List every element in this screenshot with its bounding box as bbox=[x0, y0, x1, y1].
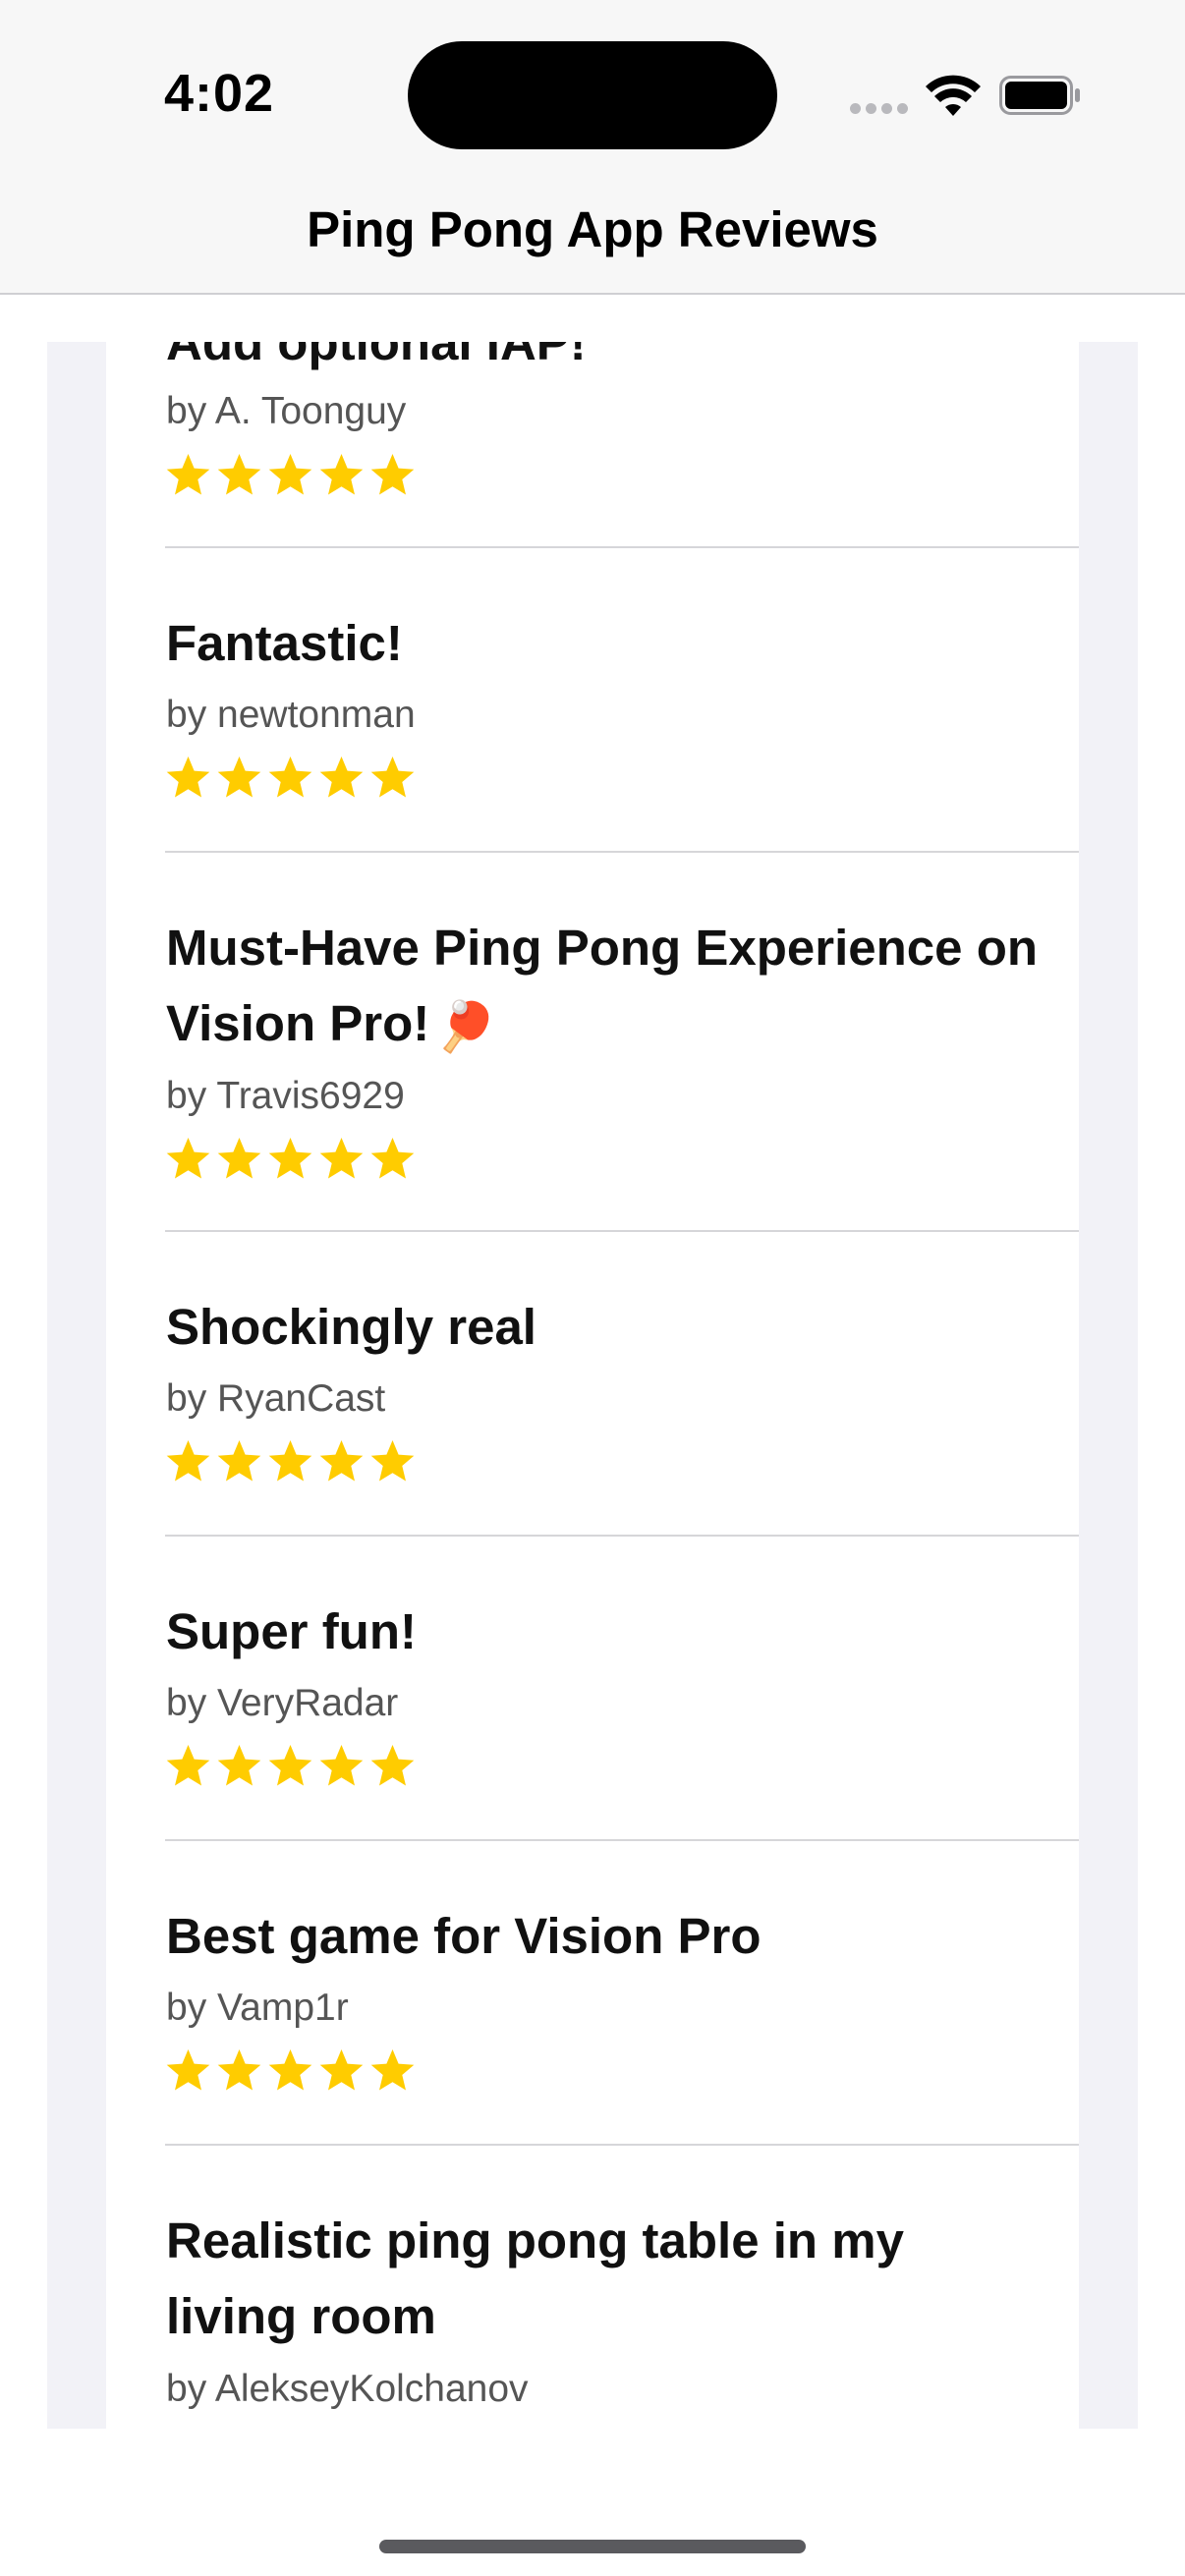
star-rating bbox=[164, 452, 417, 499]
star-icon bbox=[370, 2049, 415, 2091]
star-icon bbox=[217, 1440, 261, 1482]
review-author: by AlekseyKolchanov bbox=[166, 2368, 529, 2410]
wifi-icon bbox=[926, 75, 981, 116]
review-title: Best game for Vision Pro bbox=[166, 1908, 762, 1964]
review-author: by Travis6929 bbox=[166, 1075, 405, 1117]
review-title: Fantastic! bbox=[166, 615, 403, 671]
star-icon bbox=[268, 1138, 312, 1179]
review-row[interactable]: Must-Have Ping Pong Experience on Vision… bbox=[106, 853, 1079, 1232]
star-icon bbox=[268, 1440, 312, 1482]
review-title: Super fun! bbox=[166, 1603, 417, 1659]
star-icon bbox=[370, 756, 415, 798]
review-title: Must-Have Ping Pong Experience on Vision… bbox=[166, 910, 1038, 1065]
star-icon bbox=[166, 756, 210, 798]
star-rating bbox=[164, 1438, 417, 1485]
star-icon bbox=[217, 2049, 261, 2091]
review-row[interactable]: Fantastic! by newtonman bbox=[106, 548, 1079, 853]
star-rating bbox=[164, 2047, 417, 2095]
star-icon bbox=[319, 2049, 364, 2091]
star-icon bbox=[268, 1745, 312, 1786]
review-author: by VeryRadar bbox=[166, 1682, 399, 1724]
star-icon bbox=[319, 1745, 364, 1786]
ping-pong-emoji-icon: 🏓 bbox=[435, 999, 497, 1055]
review-author: by newtonman bbox=[166, 694, 416, 736]
dynamic-island bbox=[408, 41, 777, 149]
review-row[interactable]: Realistic ping pong table in my living r… bbox=[106, 2146, 1079, 2429]
star-rating bbox=[164, 755, 417, 802]
review-title: Realistic ping pong table in my living r… bbox=[166, 2203, 904, 2354]
star-icon bbox=[268, 756, 312, 798]
review-author: by RyanCast bbox=[166, 1377, 386, 1420]
cellular-signal-icon bbox=[850, 103, 909, 115]
page-title: Ping Pong App Reviews bbox=[307, 201, 878, 257]
review-title-line: Realistic ping pong table in my bbox=[166, 2212, 904, 2268]
star-icon bbox=[370, 1440, 415, 1482]
star-icon bbox=[166, 2049, 210, 2091]
star-icon bbox=[370, 454, 415, 495]
star-rating bbox=[164, 1136, 417, 1183]
star-rating bbox=[164, 1743, 417, 1790]
star-icon bbox=[217, 1745, 261, 1786]
star-icon bbox=[217, 1138, 261, 1179]
star-icon bbox=[319, 454, 364, 495]
review-title: Add optional IAP! bbox=[166, 342, 587, 370]
star-icon bbox=[166, 1745, 210, 1786]
reviews-list[interactable]: Add optional IAP! by A. Toonguy Fantasti… bbox=[106, 342, 1079, 2429]
star-icon bbox=[268, 2049, 312, 2091]
star-icon bbox=[166, 454, 210, 495]
review-title-line: living room bbox=[166, 2288, 436, 2344]
review-row[interactable]: Shockingly real by RyanCast bbox=[106, 1232, 1079, 1537]
review-row[interactable]: Add optional IAP! by A. Toonguy bbox=[106, 342, 1079, 548]
review-title: Shockingly real bbox=[166, 1299, 536, 1355]
battery-icon bbox=[999, 76, 1080, 115]
star-icon bbox=[217, 454, 261, 495]
star-icon bbox=[166, 1138, 210, 1179]
status-time: 4:02 bbox=[164, 64, 275, 123]
star-icon bbox=[319, 756, 364, 798]
star-icon bbox=[166, 1440, 210, 1482]
star-icon bbox=[217, 756, 261, 798]
review-row[interactable]: Super fun! by VeryRadar bbox=[106, 1537, 1079, 1841]
review-row[interactable]: Best game for Vision Pro by Vamp1r bbox=[106, 1841, 1079, 2146]
status-bar: 4:02 Ping Pong App Reviews bbox=[0, 0, 1185, 295]
review-title-line: Must-Have Ping Pong Experience on bbox=[166, 920, 1038, 976]
star-icon bbox=[268, 454, 312, 495]
review-title-line: Vision Pro! bbox=[166, 995, 430, 1051]
review-author: by Vamp1r bbox=[166, 1987, 349, 2029]
star-icon bbox=[319, 1440, 364, 1482]
home-indicator[interactable] bbox=[379, 2540, 806, 2553]
review-author: by A. Toonguy bbox=[166, 390, 407, 432]
star-icon bbox=[319, 1138, 364, 1179]
star-icon bbox=[370, 1745, 415, 1786]
star-icon bbox=[370, 1138, 415, 1179]
